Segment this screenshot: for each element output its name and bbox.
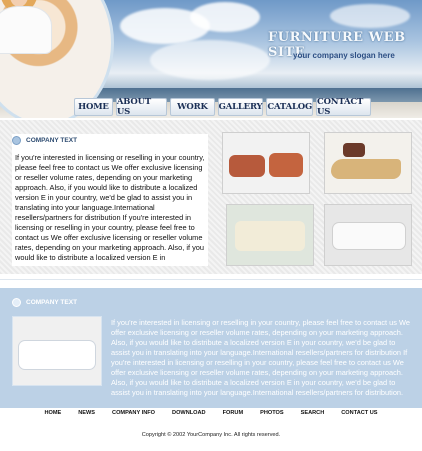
footer-link-search[interactable]: SEARCH — [301, 410, 325, 416]
section-heading-2: COMPANY TEXT — [12, 298, 77, 307]
product-thumb-cream-sofa[interactable] — [226, 204, 314, 266]
company-text-section: COMPANY TEXT If you're interested in lic… — [0, 120, 422, 274]
company-text-body-2: If you're interested in licensing or res… — [111, 318, 410, 397]
company-text-panel: COMPANY TEXT If you're interested in lic… — [12, 134, 208, 266]
footer-link-home[interactable]: HOME — [44, 410, 61, 416]
nav-catalog[interactable]: CATALOG — [266, 98, 314, 116]
footer-link-forum[interactable]: FORUM — [223, 410, 244, 416]
footer-link-contact-us[interactable]: CONTACT US — [341, 410, 377, 416]
cloud-shape — [150, 40, 270, 80]
sofa-shape — [333, 223, 405, 249]
bullet-icon — [12, 136, 21, 145]
footer-link-news[interactable]: NEWS — [78, 410, 95, 416]
sofa-shape — [19, 341, 95, 369]
footer-link-photos[interactable]: PHOTOS — [260, 410, 284, 416]
nav-home[interactable]: HOME — [74, 98, 113, 116]
footer-link-company-info[interactable]: COMPANY INFO — [112, 410, 155, 416]
nav-work[interactable]: WORK — [170, 98, 215, 116]
cloud-shape — [330, 4, 410, 28]
nav-gallery[interactable]: GALLERY — [217, 98, 264, 116]
product-thumb-red-sofas[interactable] — [222, 132, 310, 194]
cloud-shape — [190, 2, 260, 32]
sofa-shape — [331, 159, 401, 179]
section-heading-label-2: COMPANY TEXT — [26, 299, 78, 306]
footer-link-download[interactable]: DOWNLOAD — [172, 410, 206, 416]
bullet-icon — [12, 298, 21, 307]
main-nav: HOME ABOUT US WORK GALLERY CATALOG CONTA… — [74, 97, 374, 117]
company-text-section-2: COMPANY TEXT If you're interested in lic… — [0, 288, 422, 408]
copyright-text: Copyright © 2002 YourCompany Inc. All ri… — [141, 432, 281, 438]
section-divider — [0, 279, 422, 280]
company-text-body: If you're interested in licensing or res… — [15, 153, 205, 262]
nav-contact-us[interactable]: CONTACT US — [316, 97, 371, 117]
product-thumb-chaise[interactable] — [324, 132, 412, 194]
featured-sofa-photo[interactable] — [12, 316, 102, 386]
footer-nav: HOME NEWS COMPANY INFO DOWNLOAD FORUM PH… — [0, 410, 422, 416]
woman-body — [0, 7, 51, 53]
sofa-shape — [269, 153, 303, 177]
nav-about-us[interactable]: ABOUT US — [115, 97, 168, 117]
sofa-shape — [229, 155, 265, 177]
section-heading: COMPANY TEXT — [12, 136, 77, 145]
section-heading-label: COMPANY TEXT — [26, 137, 78, 144]
site-slogan: your company slogan here — [293, 51, 395, 60]
product-thumb-white-sofa[interactable] — [324, 204, 412, 266]
cushion-shape — [343, 143, 365, 157]
sofa-shape — [235, 221, 305, 251]
